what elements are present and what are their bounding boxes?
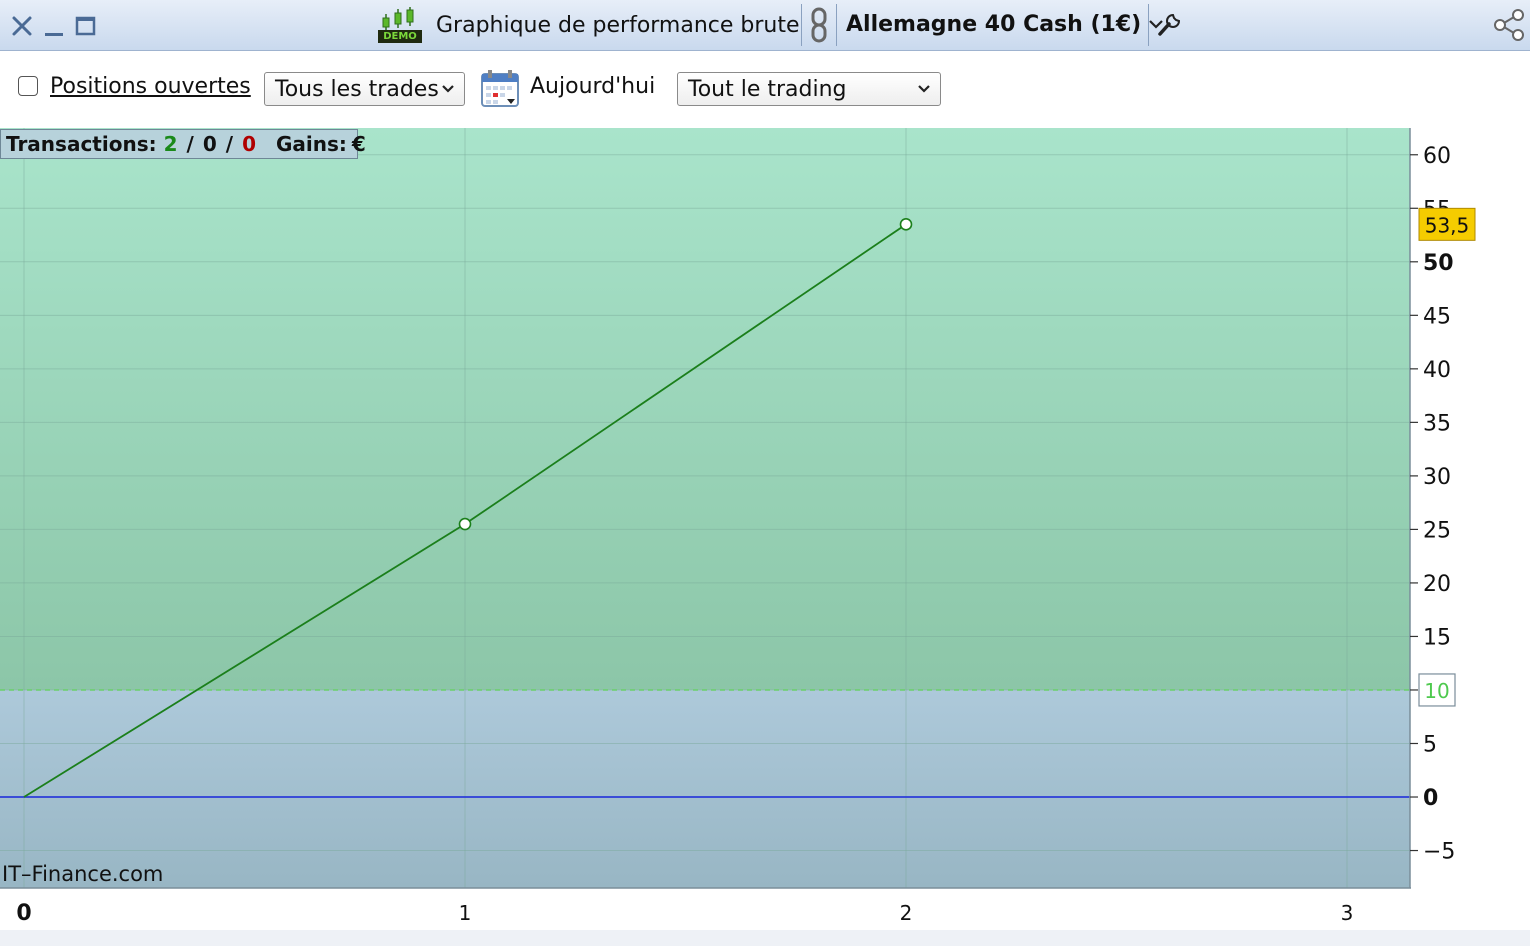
positive-zone (0, 128, 1410, 690)
wins-count: 2 (163, 132, 178, 156)
demo-badge: DEMO (383, 31, 417, 42)
watermark: IT–Finance.com (2, 862, 164, 886)
wrench-icon[interactable] (1154, 10, 1184, 40)
x-tick-label: 2 (900, 901, 913, 925)
share-icon[interactable] (1492, 8, 1530, 42)
y-tick-label: 50 (1423, 251, 1454, 276)
chevron-down-icon (918, 85, 930, 93)
calendar-icon[interactable] (480, 68, 520, 108)
y-tick-label: −5 (1423, 840, 1455, 865)
window-title: Graphique de performance brute (436, 12, 800, 38)
y-tick-label: 35 (1423, 411, 1451, 436)
last-value-badge: 53,5 (1418, 207, 1476, 241)
target-zone (0, 689, 1410, 888)
period-label[interactable]: Aujourd'hui (530, 74, 655, 99)
separator-slash: / (186, 132, 194, 156)
y-tick-label: 20 (1423, 572, 1451, 597)
y-tick-label: 5 (1423, 732, 1437, 757)
transactions-label: Transactions: (6, 132, 157, 156)
maximize-icon[interactable] (74, 12, 98, 40)
bottom-panel-strip (0, 930, 1530, 946)
y-tick-label: 30 (1423, 465, 1451, 490)
data-point (899, 218, 913, 231)
close-icon[interactable] (8, 12, 36, 40)
instrument-name: Allemagne 40 Cash (1€) (846, 11, 1142, 37)
separator (801, 4, 802, 46)
data-point (458, 517, 472, 531)
x-tick-label: 0 (16, 901, 31, 926)
y-tick-label: 60 (1423, 144, 1451, 169)
separator (1148, 4, 1149, 46)
y-tick-label: 15 (1423, 625, 1451, 650)
demo-chart-icon: DEMO (376, 6, 424, 44)
performance-chart[interactable]: −5051015202530354045505560 0123 53,510 (0, 128, 1530, 930)
open-positions-label[interactable]: Positions ouvertes (50, 74, 251, 99)
y-tick-label: 40 (1423, 358, 1451, 383)
separator-slash: / (225, 132, 234, 156)
stats-panel: Transactions: 2 / 0 / 0 Gains: € (0, 129, 366, 159)
y-tick-label: 25 (1423, 518, 1451, 543)
last-value-label: 53,5 (1425, 213, 1470, 237)
trades-filter-value: Tous les trades (275, 76, 439, 102)
minimize-icon[interactable] (42, 12, 66, 40)
x-tick-label: 3 (1341, 901, 1354, 925)
instrument-selector[interactable]: Allemagne 40 Cash (1€) (846, 8, 1165, 40)
link-icon[interactable] (806, 6, 832, 44)
gains-value: € (351, 132, 366, 156)
chevron-down-icon (442, 85, 454, 93)
gains-label: Gains: (276, 132, 347, 156)
trades-filter-select[interactable]: Tous les trades (264, 72, 465, 106)
scope-filter-select[interactable]: Tout le trading (677, 72, 941, 106)
scope-filter-value: Tout le trading (688, 76, 847, 102)
threshold-label: 10 (1424, 679, 1449, 703)
neutral-count: 0 (202, 132, 217, 156)
open-positions-checkbox[interactable] (18, 76, 38, 96)
separator (836, 4, 837, 46)
threshold-badge: 10 (1418, 673, 1456, 707)
losses-count: 0 (242, 132, 256, 156)
x-tick-label: 1 (459, 901, 472, 925)
y-tick-label: 45 (1423, 304, 1451, 329)
title-bar: DEMO Graphique de performance brute Alle… (0, 0, 1530, 51)
y-tick-label: 0 (1423, 786, 1438, 811)
